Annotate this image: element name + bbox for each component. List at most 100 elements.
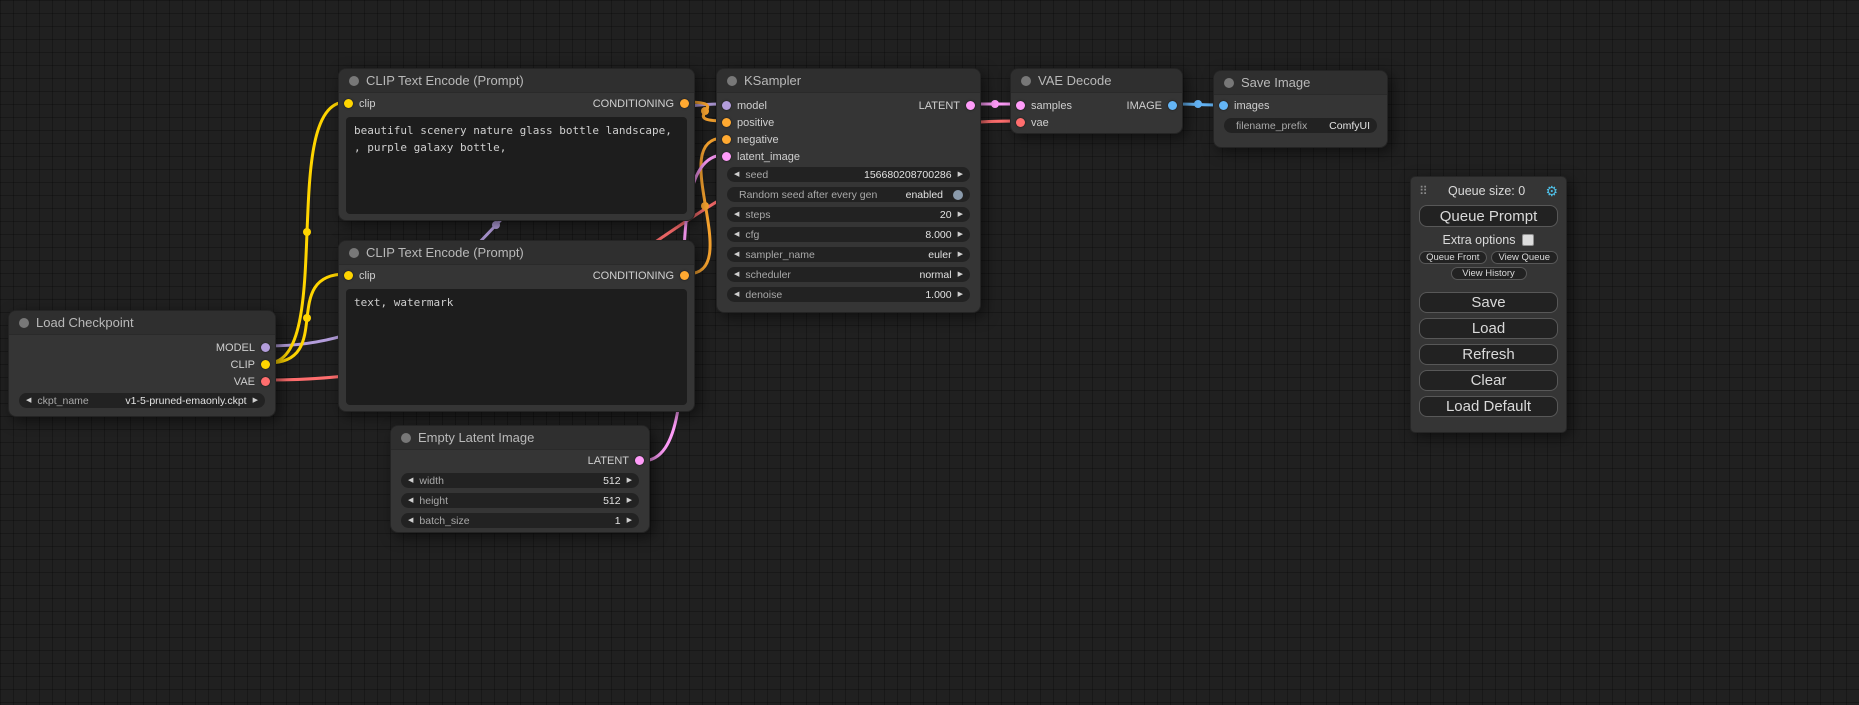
- widget-width[interactable]: ◀ width 512 ▶: [401, 473, 639, 488]
- view-history-button[interactable]: View History: [1451, 267, 1527, 280]
- widget-batch-size[interactable]: ◀ batch_size 1 ▶: [401, 513, 639, 528]
- node-empty-latent-image[interactable]: Empty Latent Image LATENT ◀ width 512 ▶ …: [390, 425, 650, 533]
- stepper-right-icon[interactable]: ▶: [958, 227, 963, 242]
- settings-gear-icon[interactable]: ⚙: [1545, 183, 1558, 200]
- image-slot-dot[interactable]: [1219, 101, 1228, 110]
- widget-random-seed-toggle[interactable]: Random seed after every gen enabled: [727, 187, 970, 202]
- clear-button[interactable]: Clear: [1419, 370, 1558, 391]
- input-slot-negative[interactable]: negative: [722, 131, 975, 148]
- stepper-right-icon[interactable]: ▶: [958, 167, 963, 182]
- collapse-dot-icon[interactable]: [1224, 78, 1234, 88]
- slot-label: IMAGE: [1127, 100, 1162, 112]
- output-slot-model[interactable]: MODEL: [14, 339, 270, 356]
- view-queue-button[interactable]: View Queue: [1491, 251, 1559, 264]
- prompt-textarea[interactable]: text, watermark: [346, 289, 687, 405]
- stepper-left-icon[interactable]: ◀: [408, 513, 413, 528]
- widget-filename-prefix[interactable]: filename_prefix ComfyUI: [1224, 118, 1377, 133]
- node-title-bar[interactable]: CLIP Text Encode (Prompt): [339, 241, 694, 265]
- stepper-left-icon[interactable]: ◀: [734, 227, 739, 242]
- stepper-right-icon[interactable]: ▶: [627, 513, 632, 528]
- collapse-dot-icon[interactable]: [349, 76, 359, 86]
- node-title-bar[interactable]: VAE Decode: [1011, 69, 1182, 93]
- output-slot-latent[interactable]: LATENT: [396, 452, 644, 469]
- stepper-right-icon[interactable]: ▶: [627, 473, 632, 488]
- conditioning-slot-dot[interactable]: [722, 118, 731, 127]
- node-title-bar[interactable]: KSampler: [717, 69, 980, 93]
- extra-options-checkbox[interactable]: [1522, 234, 1534, 246]
- node-title-bar[interactable]: Save Image: [1214, 71, 1387, 95]
- drag-handle-icon[interactable]: ⠿: [1419, 184, 1428, 198]
- node-save-image[interactable]: Save Image images filename_prefix ComfyU…: [1213, 70, 1388, 148]
- output-slot-latent[interactable]: LATENT: [722, 97, 975, 114]
- slot-label: LATENT: [919, 100, 960, 112]
- latent-slot-dot[interactable]: [966, 101, 975, 110]
- clip-slot-dot[interactable]: [261, 360, 270, 369]
- widget-steps[interactable]: ◀ steps 20 ▶: [727, 207, 970, 222]
- collapse-dot-icon[interactable]: [727, 76, 737, 86]
- widget-ckpt-name[interactable]: ◀ ckpt_name v1-5-pruned-emaonly.ckpt ▶: [19, 393, 265, 408]
- node-ksampler[interactable]: KSampler model LATENT positive negative …: [716, 68, 981, 313]
- widget-cfg[interactable]: ◀ cfg 8.000 ▶: [727, 227, 970, 242]
- conditioning-slot-dot[interactable]: [680, 99, 689, 108]
- collapse-dot-icon[interactable]: [1021, 76, 1031, 86]
- latent-slot-dot[interactable]: [635, 456, 644, 465]
- stepper-right-icon[interactable]: ▶: [627, 493, 632, 508]
- output-slot-clip[interactable]: CLIP: [14, 356, 270, 373]
- node-load-checkpoint[interactable]: Load Checkpoint MODEL CLIP VAE ◀ ckpt_na…: [8, 310, 276, 417]
- node-title-bar[interactable]: CLIP Text Encode (Prompt): [339, 69, 694, 93]
- vae-slot-dot[interactable]: [1016, 118, 1025, 127]
- stepper-left-icon[interactable]: ◀: [734, 267, 739, 282]
- collapse-dot-icon[interactable]: [349, 248, 359, 258]
- load-button[interactable]: Load: [1419, 318, 1558, 339]
- latent-slot-dot[interactable]: [722, 152, 731, 161]
- output-slot-vae[interactable]: VAE: [14, 373, 270, 390]
- widget-denoise[interactable]: ◀ denoise 1.000 ▶: [727, 287, 970, 302]
- conditioning-slot-dot[interactable]: [722, 135, 731, 144]
- queue-menu-panel[interactable]: ⠿ Queue size: 0 ⚙ Queue Prompt Extra opt…: [1410, 176, 1567, 433]
- collapse-dot-icon[interactable]: [19, 318, 29, 328]
- slot-label: latent_image: [737, 151, 800, 163]
- stepper-left-icon[interactable]: ◀: [408, 473, 413, 488]
- toggle-dot-icon[interactable]: [953, 190, 963, 200]
- output-slot-conditioning[interactable]: CONDITIONING: [344, 95, 689, 112]
- refresh-button[interactable]: Refresh: [1419, 344, 1558, 365]
- stepper-right-icon[interactable]: ▶: [253, 393, 258, 408]
- node-vae-decode[interactable]: VAE Decode samples IMAGE vae: [1010, 68, 1183, 134]
- stepper-left-icon[interactable]: ◀: [734, 287, 739, 302]
- image-slot-dot[interactable]: [1168, 101, 1177, 110]
- stepper-left-icon[interactable]: ◀: [408, 493, 413, 508]
- widget-seed[interactable]: ◀ seed 156680208700286 ▶: [727, 167, 970, 182]
- stepper-left-icon[interactable]: ◀: [734, 167, 739, 182]
- stepper-left-icon[interactable]: ◀: [26, 393, 31, 408]
- save-button[interactable]: Save: [1419, 292, 1558, 313]
- input-slot-latent-image[interactable]: latent_image: [722, 148, 975, 165]
- stepper-right-icon[interactable]: ▶: [958, 267, 963, 282]
- input-slot-images[interactable]: images: [1219, 97, 1382, 114]
- input-slot-vae[interactable]: vae: [1016, 114, 1177, 131]
- stepper-left-icon[interactable]: ◀: [734, 247, 739, 262]
- queue-prompt-button[interactable]: Queue Prompt: [1419, 205, 1558, 227]
- stepper-left-icon[interactable]: ◀: [734, 207, 739, 222]
- slot-label: positive: [737, 117, 774, 129]
- model-slot-dot[interactable]: [261, 343, 270, 352]
- output-slot-image[interactable]: IMAGE: [1016, 97, 1177, 114]
- vae-slot-dot[interactable]: [261, 377, 270, 386]
- node-canvas[interactable]: Load Checkpoint MODEL CLIP VAE ◀ ckpt_na…: [0, 0, 1859, 705]
- load-default-button[interactable]: Load Default: [1419, 396, 1558, 417]
- widget-height[interactable]: ◀ height 512 ▶: [401, 493, 639, 508]
- output-slot-conditioning[interactable]: CONDITIONING: [344, 267, 689, 284]
- stepper-right-icon[interactable]: ▶: [958, 207, 963, 222]
- widget-scheduler[interactable]: ◀ scheduler normal ▶: [727, 267, 970, 282]
- widget-sampler-name[interactable]: ◀ sampler_name euler ▶: [727, 247, 970, 262]
- node-title-bar[interactable]: Empty Latent Image: [391, 426, 649, 450]
- conditioning-slot-dot[interactable]: [680, 271, 689, 280]
- stepper-right-icon[interactable]: ▶: [958, 247, 963, 262]
- input-slot-positive[interactable]: positive: [722, 114, 975, 131]
- collapse-dot-icon[interactable]: [401, 433, 411, 443]
- node-clip-text-encode-negative[interactable]: CLIP Text Encode (Prompt) clip CONDITION…: [338, 240, 695, 412]
- stepper-right-icon[interactable]: ▶: [958, 287, 963, 302]
- node-clip-text-encode-positive[interactable]: CLIP Text Encode (Prompt) clip CONDITION…: [338, 68, 695, 221]
- queue-front-button[interactable]: Queue Front: [1419, 251, 1487, 264]
- node-title-bar[interactable]: Load Checkpoint: [9, 311, 275, 335]
- prompt-textarea[interactable]: beautiful scenery nature glass bottle la…: [346, 117, 687, 214]
